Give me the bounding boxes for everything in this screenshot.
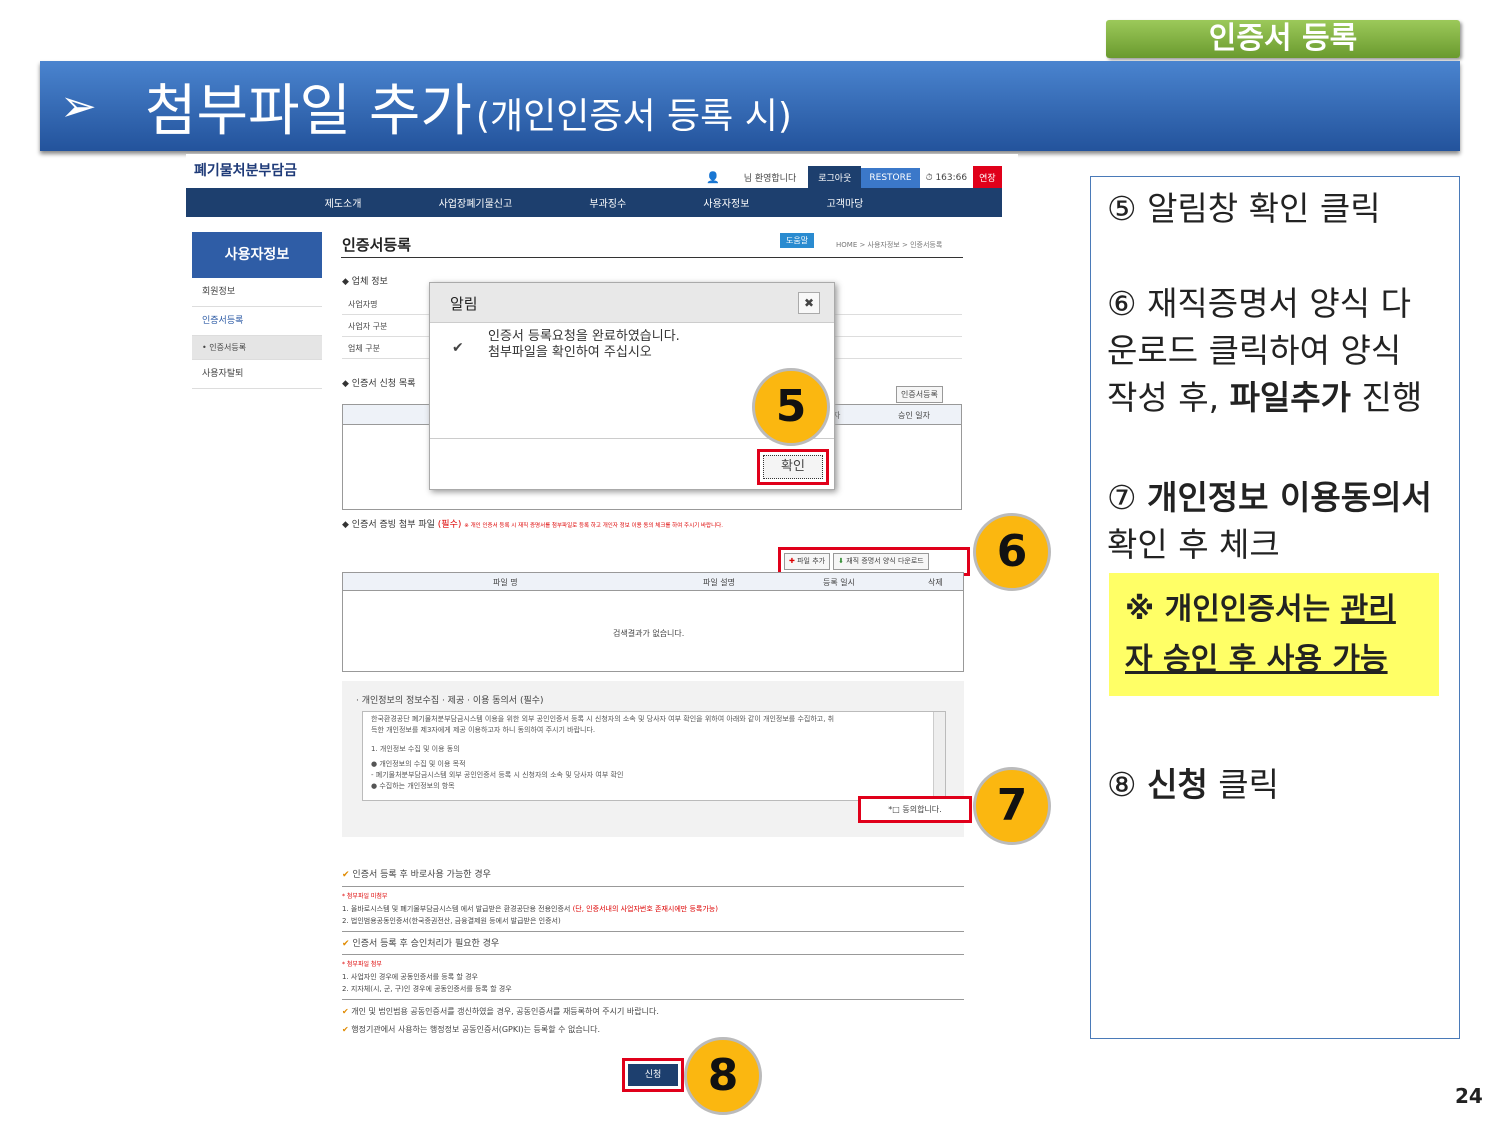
nav-item[interactable]: 사용자정보 (703, 195, 749, 210)
logout-button[interactable]: 로그아웃 (808, 166, 862, 189)
dialog-line: 첨부파일을 확인하여 주십시오 (488, 345, 652, 360)
sidebar-item-cert[interactable]: 인증서등록 (192, 307, 322, 336)
nav-item[interactable]: 고객마당 (827, 195, 864, 210)
page-subtitle: (개인인증서 등록 시) (475, 96, 792, 137)
download-icon: ⬇ (838, 557, 844, 565)
consent-line: 1. 개인정보 수집 및 이용 동의 (371, 745, 460, 753)
section-tag: 인증서 등록 (1106, 20, 1460, 58)
info-line: 2. 지자체(시, 군, 구)인 경우에 공동인증서를 등록 할 경우 (342, 983, 964, 1000)
step7-text: ⑦ 개인정보 이용동의서 확인 후 체크 (1107, 478, 1432, 564)
check-icon: ✔ (342, 939, 350, 949)
ok-button[interactable]: 확인 (763, 455, 823, 479)
section-cert-list: ◆ 인증서 신청 목록 (342, 379, 416, 389)
nav-item[interactable]: 부과징수 (589, 195, 626, 210)
agree-checkbox[interactable]: *□ 동의합니다. (858, 796, 972, 823)
consent-textarea[interactable]: 한국환경공단 폐기물처분부담금시스템 이용을 위한 외부 공인인증서 등록 시 … (362, 711, 946, 801)
nav-item[interactable]: 제도소개 (325, 195, 362, 210)
column-header: 삭제 (928, 578, 943, 587)
page-title: 첨부파일 추가 (145, 78, 472, 144)
session-timer: ⏱ 163:66 (925, 172, 968, 183)
column-header: 등록 일시 (823, 578, 855, 587)
nav-item[interactable]: 사업장폐기물신고 (439, 195, 513, 210)
step8-text: ⑧ 신청 클릭 (1107, 765, 1280, 804)
consent-line: 한국환경공단 폐기물처분부담금시스템 이용을 위한 외부 공인인증서 등록 시 … (371, 715, 835, 723)
plus-icon: ✚ (789, 557, 795, 565)
check-icon: ✔ (342, 1025, 349, 1034)
check-icon: ✔ (452, 340, 464, 356)
step-marker-6: 6 (973, 513, 1051, 591)
cert-register-button[interactable]: 인증서등록 (896, 386, 943, 403)
apply-button[interactable]: 신청 (628, 1064, 678, 1086)
step6-text: ⑥ 재직증명서 양식 다 운로드 클릭하여 양식 작성 후, 파일추가 진행 (1107, 284, 1423, 417)
column-header: 승인 일자 (898, 411, 930, 420)
breadcrumb: HOME > 사용자정보 > 인증서등록 (836, 241, 943, 249)
info-line: 1. 사업자인 경우에 공동인증서를 등록 할 경우 (342, 973, 478, 981)
info-heading: ✔ 인증서 등록 후 승인처리가 필요한 경우 (342, 932, 964, 955)
sidebar-title: 사용자정보 (192, 232, 322, 278)
consent-title: · 개인정보의 정보수집 · 제공 · 이용 동의서 (필수) (356, 696, 544, 706)
column-header: 파일 명 (493, 578, 518, 587)
step-marker-7: 7 (973, 767, 1051, 845)
consent-panel: · 개인정보의 정보수집 · 제공 · 이용 동의서 (필수) 한국환경공단 폐… (342, 681, 972, 837)
consent-line: - 폐기물처분부담금시스템 외부 공인인증서 등록 시 신청자의 소속 및 당사… (371, 771, 624, 779)
dialog-message: 인증서 등록요청을 완료하였습니다. 첨부파일을 확인하여 주십시오 (488, 329, 680, 361)
add-file-button[interactable]: ✚ 파일 추가 (784, 553, 831, 570)
extend-button[interactable]: 연장 (973, 166, 1002, 189)
info-line: 1. 올바로시스템 및 폐기물부담금시스템 에서 발급받은 환경공단용 전용인증… (342, 905, 718, 913)
empty-message: 검색결과가 없습니다. (613, 629, 685, 638)
help-button[interactable]: 도움말 (780, 233, 815, 248)
note-box: ※ 개인인증서는 관리 자 승인 후 사용 가능 (1109, 573, 1439, 696)
column-header: 파일 설명 (703, 578, 735, 587)
sidebar-subitem-cert[interactable]: • 인증서등록 (192, 336, 322, 360)
user-bar: 👤 님 환영합니다 로그아웃 RESTORE ⏱ 163:66 연장 (706, 166, 1002, 189)
user-icon: 👤 (706, 171, 720, 184)
consent-line: 득한 개인정보를 제3자에게 제공 이용하고자 하니 동의하여 주시기 바랍니다… (371, 726, 596, 734)
download-form-button[interactable]: ⬇ 재직 증명서 양식 다운로드 (833, 553, 929, 570)
site-logo[interactable]: 폐기물처분부담금 (194, 160, 297, 180)
step-marker-8: 8 (684, 1037, 762, 1115)
consent-line: ● 수집하는 개인정보의 항목 (371, 782, 455, 790)
divider (341, 257, 963, 258)
check-icon: ✔ (342, 1007, 349, 1016)
sidebar-item-member-info[interactable]: 회원정보 (192, 278, 322, 307)
consent-line: ● 개인정보의 수집 및 이용 목적 (371, 760, 466, 768)
left-sidebar: 사용자정보 회원정보 인증서등록 • 인증서등록 사용자탈퇴 (192, 232, 322, 389)
dialog-header: 알림 ✖ (430, 283, 834, 323)
info-section: ✔ 인증서 등록 후 바로사용 가능한 경우 * 첨부파일 미첨부 1. 올바로… (342, 869, 964, 1036)
dialog-title: 알림 (450, 295, 478, 313)
info-line: ✔ 개인 및 법인범용 공동인증서를 갱신하였을 경우, 공동인증서를 재등록하… (342, 1007, 659, 1016)
file-table: 파일 명 파일 설명 등록 일시 삭제 검색결과가 없습니다. (342, 572, 964, 672)
info-heading: ✔ 인증서 등록 후 바로사용 가능한 경우 (342, 869, 964, 887)
title-banner: ➢ 첨부파일 추가 (개인인증서 등록 시) (40, 61, 1460, 151)
main-nav: 제도소개 사업장폐기물신고 부과징수 사용자정보 고객마당 (186, 188, 1002, 217)
step-marker-5: 5 (752, 368, 830, 446)
page-number: 24 (1455, 1084, 1483, 1108)
step5-text: ⑤ 알림창 확인 클릭 (1107, 189, 1381, 228)
bullet-arrow-icon: ➢ (60, 80, 97, 132)
check-icon: ✔ (342, 870, 350, 880)
restore-button[interactable]: RESTORE (861, 167, 920, 188)
section-company: ◆ 업체 정보 (342, 277, 388, 287)
apply-highlight: 신청 (622, 1058, 684, 1092)
file-table-header: 파일 명 파일 설명 등록 일시 삭제 (343, 573, 963, 591)
welcome-text: 님 환영합니다 (743, 174, 797, 184)
sidebar-item-withdraw[interactable]: 사용자탈퇴 (192, 360, 322, 389)
section-attachment: ◆ 인증서 증빙 첨부 파일 (필수) ※ 개인 인증서 등록 시 재직 증명서… (342, 520, 723, 530)
info-line: ✔ 행정기관에서 사용하는 행정정보 공동인증서(GPKI)는 등록할 수 없습… (342, 1025, 600, 1034)
info-line: 2. 법인범용공동인증서(한국증권전산, 금융결제원 등에서 발급받은 인증서) (342, 915, 964, 932)
info-note: * 첨부파일 첨부 (342, 961, 382, 968)
scrollbar[interactable] (933, 712, 945, 800)
dialog-line: 인증서 등록요청을 완료하였습니다. (488, 329, 680, 344)
close-icon[interactable]: ✖ (798, 292, 820, 314)
info-note: * 첨부파일 미첨부 (342, 893, 388, 900)
content-title: 인증서등록 (342, 236, 412, 254)
ok-highlight: 확인 (757, 449, 829, 485)
embedded-screenshot: 폐기물처분부담금 👤 님 환영합니다 로그아웃 RESTORE ⏱ 163:66… (186, 154, 1018, 1104)
